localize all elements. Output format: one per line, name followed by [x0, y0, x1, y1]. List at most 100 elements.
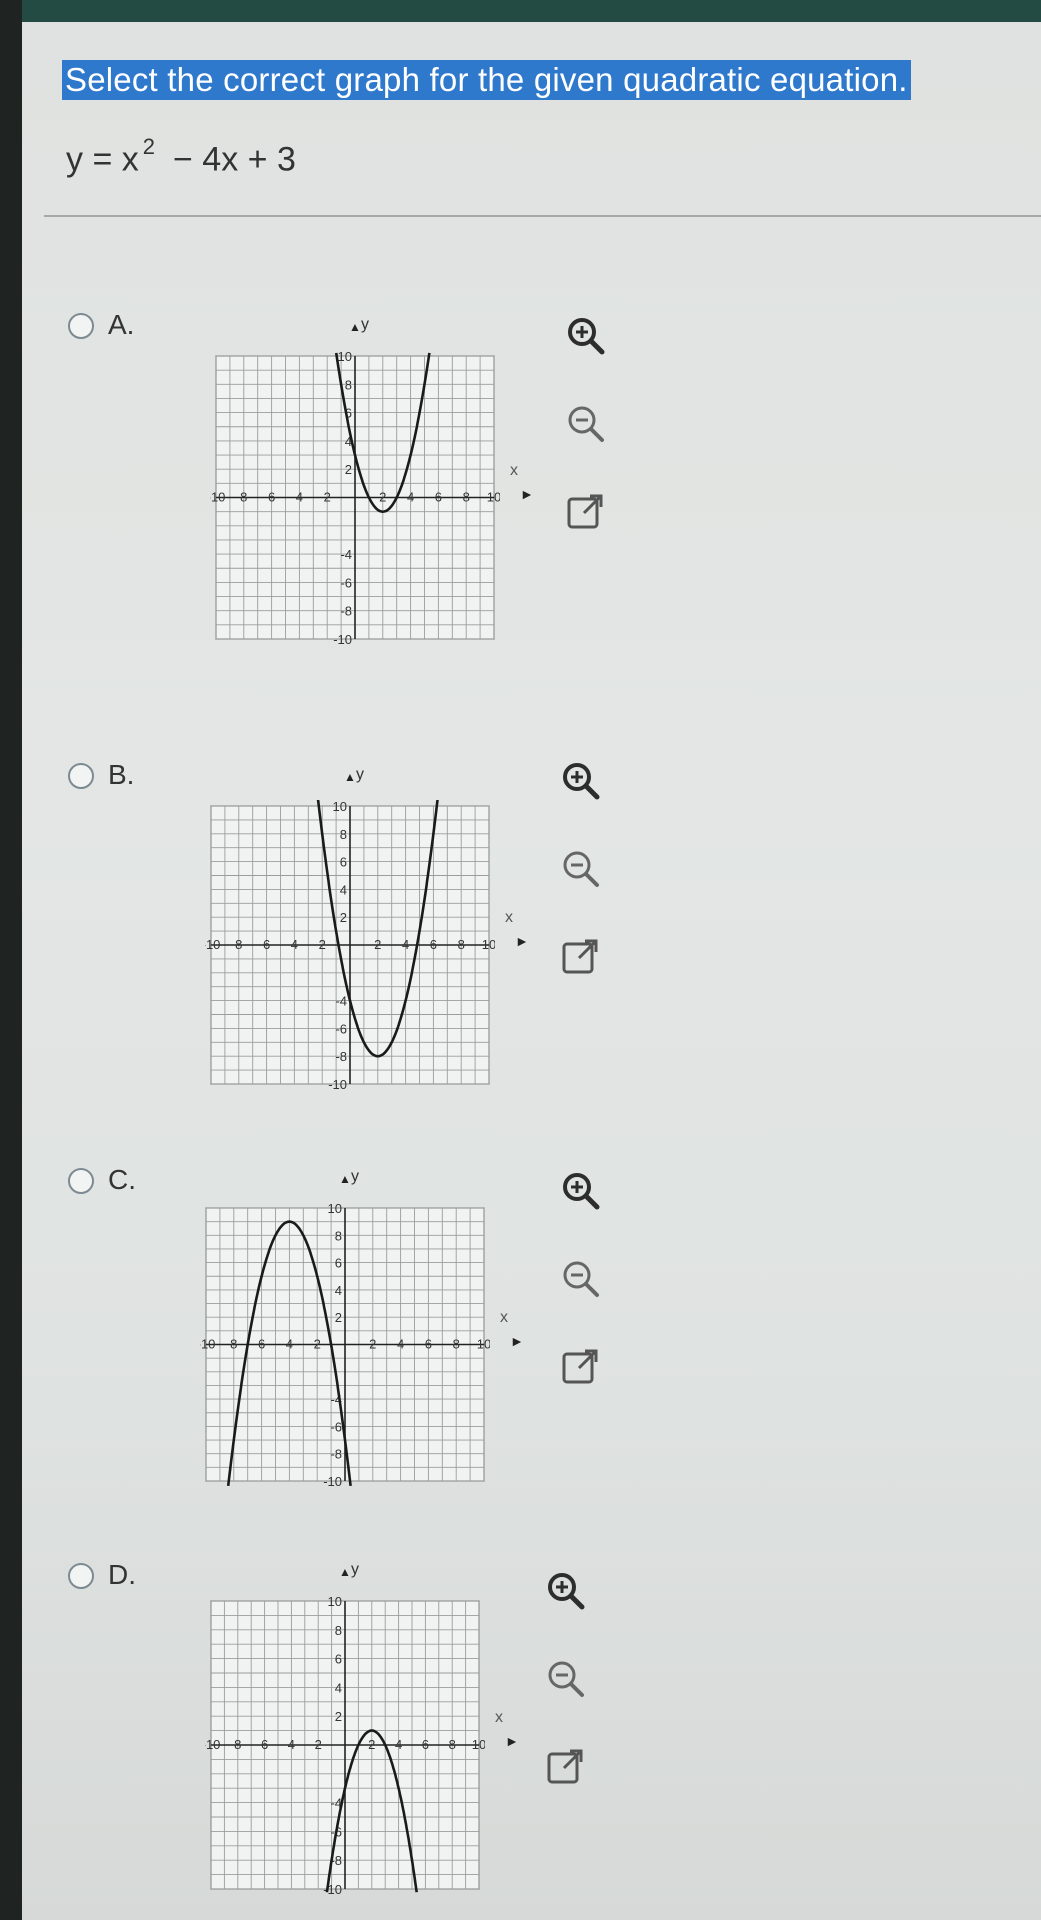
x-tick-label: 8	[458, 937, 465, 952]
popout-icon[interactable]	[540, 1741, 592, 1793]
y-tick-label: 2	[340, 910, 347, 925]
y-tick-label: 6	[335, 1256, 342, 1271]
x-tick-label: 2	[324, 490, 331, 505]
x-tick-label: 2	[319, 937, 326, 952]
y-tick-label: -6	[330, 1419, 342, 1434]
x-tick-label: 6	[263, 937, 270, 952]
popout-icon[interactable]	[555, 1341, 607, 1393]
x-tick-label: -10	[205, 937, 220, 952]
zoom-in-icon[interactable]	[540, 1565, 592, 1617]
y-axis-label: y	[356, 766, 364, 783]
y-tick-label: 10	[328, 1202, 342, 1216]
x-tick-label: 6	[435, 490, 442, 505]
y-axis-label: y	[361, 316, 369, 333]
zoom-out-icon[interactable]	[555, 1253, 607, 1305]
zoom-out-icon[interactable]	[540, 1653, 592, 1705]
y-tick-label: 2	[345, 462, 352, 477]
graph-option-a: -108642246810108642-4-6-8-10	[210, 350, 500, 645]
popout-icon[interactable]	[555, 931, 607, 983]
y-tick-label: -8	[340, 604, 352, 619]
x-axis-arrow-icon: ►	[510, 1332, 524, 1349]
x-tick-label: 8	[230, 1337, 237, 1352]
x-tick-label: 6	[425, 1337, 432, 1352]
graph-option-d: -108642246810108642-4-6-8-10	[205, 1595, 485, 1895]
x-tick-label: 8	[234, 1737, 241, 1752]
window-left-edge	[0, 0, 22, 1920]
y-tick-label: 4	[340, 882, 347, 897]
y-tick-label: 2	[335, 1310, 342, 1325]
y-axis-label: y	[351, 1168, 359, 1185]
option-radio-c[interactable]	[68, 1168, 94, 1194]
y-tick-label: 8	[345, 377, 352, 392]
option-label[interactable]: A.	[108, 309, 134, 341]
zoom-out-icon[interactable]	[555, 843, 607, 895]
x-tick-label: 2	[368, 1737, 375, 1752]
zoom-in-icon[interactable]	[555, 1165, 607, 1217]
x-tick-label: 8	[453, 1337, 460, 1352]
zoom-out-icon[interactable]	[560, 398, 612, 450]
option-label[interactable]: D.	[108, 1559, 136, 1591]
x-tick-label: 2	[374, 937, 381, 952]
x-tick-label: 8	[449, 1737, 456, 1752]
x-tick-label: 2	[369, 1337, 376, 1352]
y-tick-label: 8	[340, 827, 347, 842]
x-tick-label: -10	[210, 490, 225, 505]
y-tick-label: -10	[333, 632, 352, 645]
x-tick-label: 2	[379, 490, 386, 505]
y-axis-arrow-icon: ▲	[339, 1565, 351, 1579]
y-tick-label: -8	[330, 1447, 342, 1462]
x-axis-arrow-icon: ►	[520, 485, 534, 502]
y-tick-label: 2	[335, 1709, 342, 1724]
y-tick-label: 8	[335, 1623, 342, 1638]
popout-icon[interactable]	[560, 486, 612, 538]
y-axis-arrow-icon: ▲	[349, 320, 361, 334]
option-radio-d[interactable]	[68, 1563, 94, 1589]
x-tick-label: 4	[288, 1737, 295, 1752]
option-radio-b[interactable]	[68, 763, 94, 789]
graph-option-c: -108642246810108642-4-6-8-10	[200, 1202, 490, 1487]
y-tick-label: -10	[328, 1077, 347, 1090]
y-tick-label: -10	[323, 1474, 342, 1487]
x-tick-label: -10	[200, 1337, 215, 1352]
y-tick-label: 8	[335, 1228, 342, 1243]
x-tick-label: 4	[407, 490, 414, 505]
x-tick-label: 6	[268, 490, 275, 505]
x-tick-label: 2	[314, 1337, 321, 1352]
graph-option-b: -108642246810108642-4-6-8-10	[205, 800, 495, 1090]
y-axis-arrow-icon: ▲	[344, 770, 356, 784]
question-panel	[22, 22, 1041, 1920]
y-tick-label: 4	[335, 1680, 342, 1695]
x-axis-label: x	[500, 1308, 508, 1326]
x-tick-label: 4	[397, 1337, 404, 1352]
x-tick-label: 2	[315, 1737, 322, 1752]
zoom-in-icon[interactable]	[560, 310, 612, 362]
option-radio-a[interactable]	[68, 313, 94, 339]
y-tick-label: -6	[340, 575, 352, 590]
x-tick-label: 8	[235, 937, 242, 952]
x-tick-label: 8	[240, 490, 247, 505]
x-tick-label: 10	[482, 937, 495, 952]
x-axis-label: x	[495, 1709, 503, 1726]
x-tick-label: 4	[402, 937, 409, 952]
option-label[interactable]: B.	[108, 759, 134, 791]
y-tick-label: -6	[335, 1021, 347, 1036]
zoom-in-icon[interactable]	[555, 755, 607, 807]
y-tick-label: 6	[340, 855, 347, 870]
option-label[interactable]: C.	[108, 1164, 136, 1196]
x-axis-arrow-icon: ►	[505, 1733, 519, 1749]
x-tick-label: 8	[463, 490, 470, 505]
x-tick-label: 10	[487, 490, 500, 505]
y-tick-label: -4	[340, 547, 352, 562]
window-top-bar	[0, 0, 1041, 22]
x-axis-arrow-icon: ►	[515, 933, 529, 949]
x-axis-label: x	[505, 909, 513, 926]
question-prompt: Select the correct graph for the given q…	[62, 60, 911, 100]
equation-rest: − 4x + 3	[173, 140, 296, 179]
y-tick-label: 10	[333, 800, 347, 814]
x-tick-label: 10	[477, 1337, 490, 1352]
y-tick-label: -10	[323, 1882, 342, 1895]
x-tick-label: 6	[258, 1337, 265, 1352]
x-tick-label: 6	[261, 1737, 268, 1752]
equation-exponent: 2	[142, 134, 155, 159]
equation: y = x 2 − 4x + 3	[66, 134, 296, 179]
